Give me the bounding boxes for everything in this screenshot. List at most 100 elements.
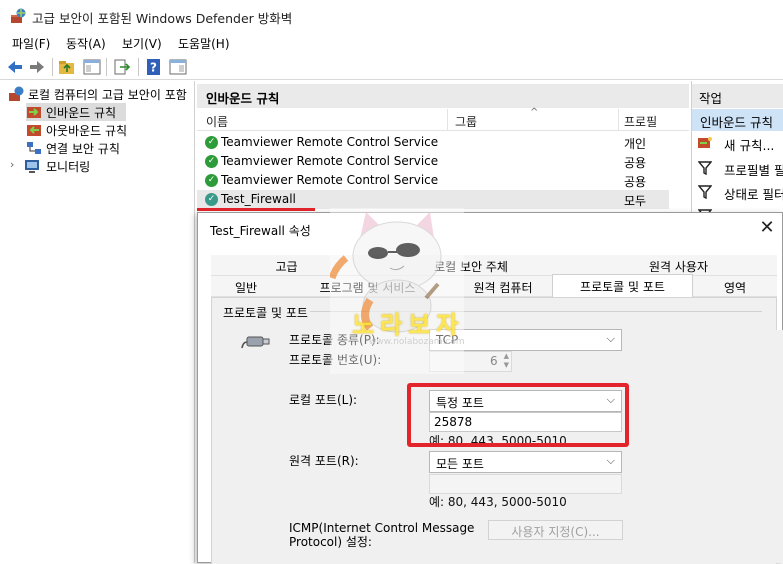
spin-arrows-icon[interactable]: ▲ ▼: [504, 352, 509, 370]
table-row[interactable]: ✓ Teamviewer Remote Control Service 공용: [197, 171, 669, 190]
protocol-number-value: 6: [490, 354, 498, 368]
column-headers: 이름 그룹 ^ 프로필: [197, 107, 689, 131]
table-row-selected[interactable]: ✓ Test_Firewall 모두: [197, 190, 669, 209]
tab-label: 원격 컴퓨터: [473, 281, 533, 295]
tab-label: 고급: [275, 260, 298, 274]
column-header-group[interactable]: 그룹: [455, 113, 477, 130]
back-arrow-icon[interactable]: [6, 58, 24, 76]
tab-general[interactable]: 일반: [211, 276, 281, 297]
action-label: 새 규칙...: [724, 138, 775, 153]
remote-port-select[interactable]: 모든 포트 ⌵: [429, 451, 622, 473]
tab-remote-users[interactable]: 원격 사용자: [580, 255, 777, 276]
close-icon[interactable]: ✕: [757, 217, 777, 239]
icmp-settings-label: ICMP(Internet Control Message Protocol) …: [289, 521, 475, 549]
scrollbar[interactable]: [772, 330, 783, 563]
list-pane-header: 인바운드 규칙: [197, 84, 689, 108]
enabled-check-icon: ✓: [205, 136, 218, 149]
tree-item-label: 연결 보안 규칙: [46, 142, 120, 156]
dialog-title: Test_Firewall 속성: [210, 224, 311, 238]
title-bar: 고급 보안이 포함된 Windows Defender 방화벽: [0, 0, 783, 31]
watermark-text: 노라보자: [352, 311, 465, 339]
menu-action[interactable]: 동작(A): [66, 35, 106, 52]
network-plug-icon: [241, 336, 270, 349]
column-divider[interactable]: [618, 109, 619, 131]
show-hide-tree-icon[interactable]: [83, 58, 101, 76]
column-header-profile[interactable]: 프로필: [624, 113, 657, 130]
rule-name: Test_Firewall: [221, 192, 296, 206]
enabled-check-icon: ✓: [205, 174, 218, 187]
chevron-down-icon: ⌵: [606, 454, 615, 467]
rule-profile: 공용: [624, 175, 647, 189]
table-row[interactable]: ✓ Teamviewer Remote Control Service 개인: [197, 133, 669, 152]
tree-item-label: 모니터링: [46, 160, 91, 174]
filter-icon: [698, 161, 712, 175]
tree-item-label: 아웃바운드 규칙: [46, 124, 128, 138]
show-action-pane-icon[interactable]: [169, 58, 187, 76]
remote-port-value: 모든 포트: [436, 457, 484, 471]
toolbar-separator: [138, 58, 139, 76]
group-box-label: 프로토콜 및 포트: [223, 304, 310, 321]
actions-title: 작업: [699, 91, 723, 106]
toolbar-separator: [106, 58, 107, 76]
rule-profile: 개인: [624, 137, 647, 151]
chevron-right-icon[interactable]: ›: [10, 158, 14, 171]
tree-item-inbound-rules[interactable]: 인바운드 규칙: [26, 103, 126, 121]
tab-label: 원격 사용자: [648, 260, 708, 274]
tab-label: 영역: [723, 281, 747, 295]
action-new-rule[interactable]: 새 규칙...: [692, 132, 783, 154]
tab-scope[interactable]: 영역: [693, 276, 777, 297]
tree-root-label: 로컬 컴퓨터의 고급 보안이 포함: [28, 88, 187, 102]
monitoring-icon: [25, 160, 39, 173]
svg-text:?: ?: [150, 61, 157, 75]
tab-label: 일반: [234, 281, 258, 295]
menu-view[interactable]: 보기(V): [122, 35, 162, 52]
forward-arrow-icon[interactable]: [28, 58, 46, 76]
rule-profile: 모두: [624, 194, 647, 208]
tab-remote-computers[interactable]: 원격 컴퓨터: [454, 276, 552, 297]
help-icon[interactable]: ?: [145, 58, 163, 76]
menu-file[interactable]: 파일(F): [12, 35, 50, 52]
tab-protocols-ports[interactable]: 프로토콜 및 포트: [552, 274, 693, 298]
new-rule-icon: [698, 137, 712, 148]
firewall-app-icon: [11, 8, 26, 23]
chevron-down-icon: ⌵: [606, 332, 615, 345]
enabled-check-icon: ✓: [205, 193, 218, 206]
list-pane-title: 인바운드 규칙: [206, 91, 280, 106]
actions-section-inbound[interactable]: 인바운드 규칙: [692, 109, 783, 131]
menu-help[interactable]: 도움말(H): [178, 35, 230, 52]
action-filter-by-state[interactable]: 상태로 필터: [692, 181, 783, 203]
cat-mascot-watermark: [330, 208, 464, 374]
action-filter-by-profile[interactable]: 프로필별 필: [692, 157, 783, 179]
column-divider[interactable]: [447, 109, 448, 131]
rule-name: Teamviewer Remote Control Service: [221, 173, 439, 187]
remote-port-input[interactable]: [429, 474, 622, 494]
outbound-rules-icon: [27, 125, 41, 136]
table-row[interactable]: ✓ Teamviewer Remote Control Service 공용: [197, 152, 669, 171]
rule-name: Teamviewer Remote Control Service: [221, 154, 439, 168]
customize-icmp-button[interactable]: 사용자 지정(C)...: [488, 520, 623, 540]
rule-properties-dialog: Test_Firewall 속성 ✕ 고급 로컬 보안 주체 원격 사용자 일반…: [197, 212, 783, 564]
rule-profile: 공용: [624, 156, 647, 170]
toolbar: ?: [0, 54, 783, 80]
rule-name: Teamviewer Remote Control Service: [221, 135, 439, 149]
watermark-url: www.nolabozam.com: [369, 337, 465, 347]
actions-section-label: 인바운드 규칙: [700, 115, 773, 130]
tree-item-label: 인바운드 규칙: [46, 106, 117, 120]
navigation-tree: 로컬 컴퓨터의 고급 보안이 포함 인바운드 규칙 아웃바운드 규칙 연결 보안…: [0, 81, 195, 563]
window-title: 고급 보안이 포함된 Windows Defender 방화벽: [32, 11, 293, 26]
action-label: 프로필별 필: [724, 163, 783, 178]
sort-ascending-icon: ^: [530, 107, 539, 118]
highlight-box: [407, 383, 629, 447]
export-list-icon[interactable]: [113, 58, 131, 76]
tab-label: 프로토콜 및 포트: [580, 280, 665, 294]
enabled-check-icon: ✓: [205, 155, 218, 168]
remote-port-label: 원격 포트(R):: [289, 454, 359, 468]
column-header-name[interactable]: 이름: [206, 113, 228, 130]
menu-bar: 파일(F) 동작(A) 보기(V) 도움말(H): [0, 31, 783, 53]
action-label: 상태로 필터: [724, 187, 783, 202]
toolbar-separator: [52, 58, 53, 76]
actions-header: 작업: [692, 84, 783, 108]
inbound-rules-icon: [27, 107, 41, 118]
folder-up-icon[interactable]: [58, 58, 76, 76]
highlight-underline: [197, 208, 315, 211]
